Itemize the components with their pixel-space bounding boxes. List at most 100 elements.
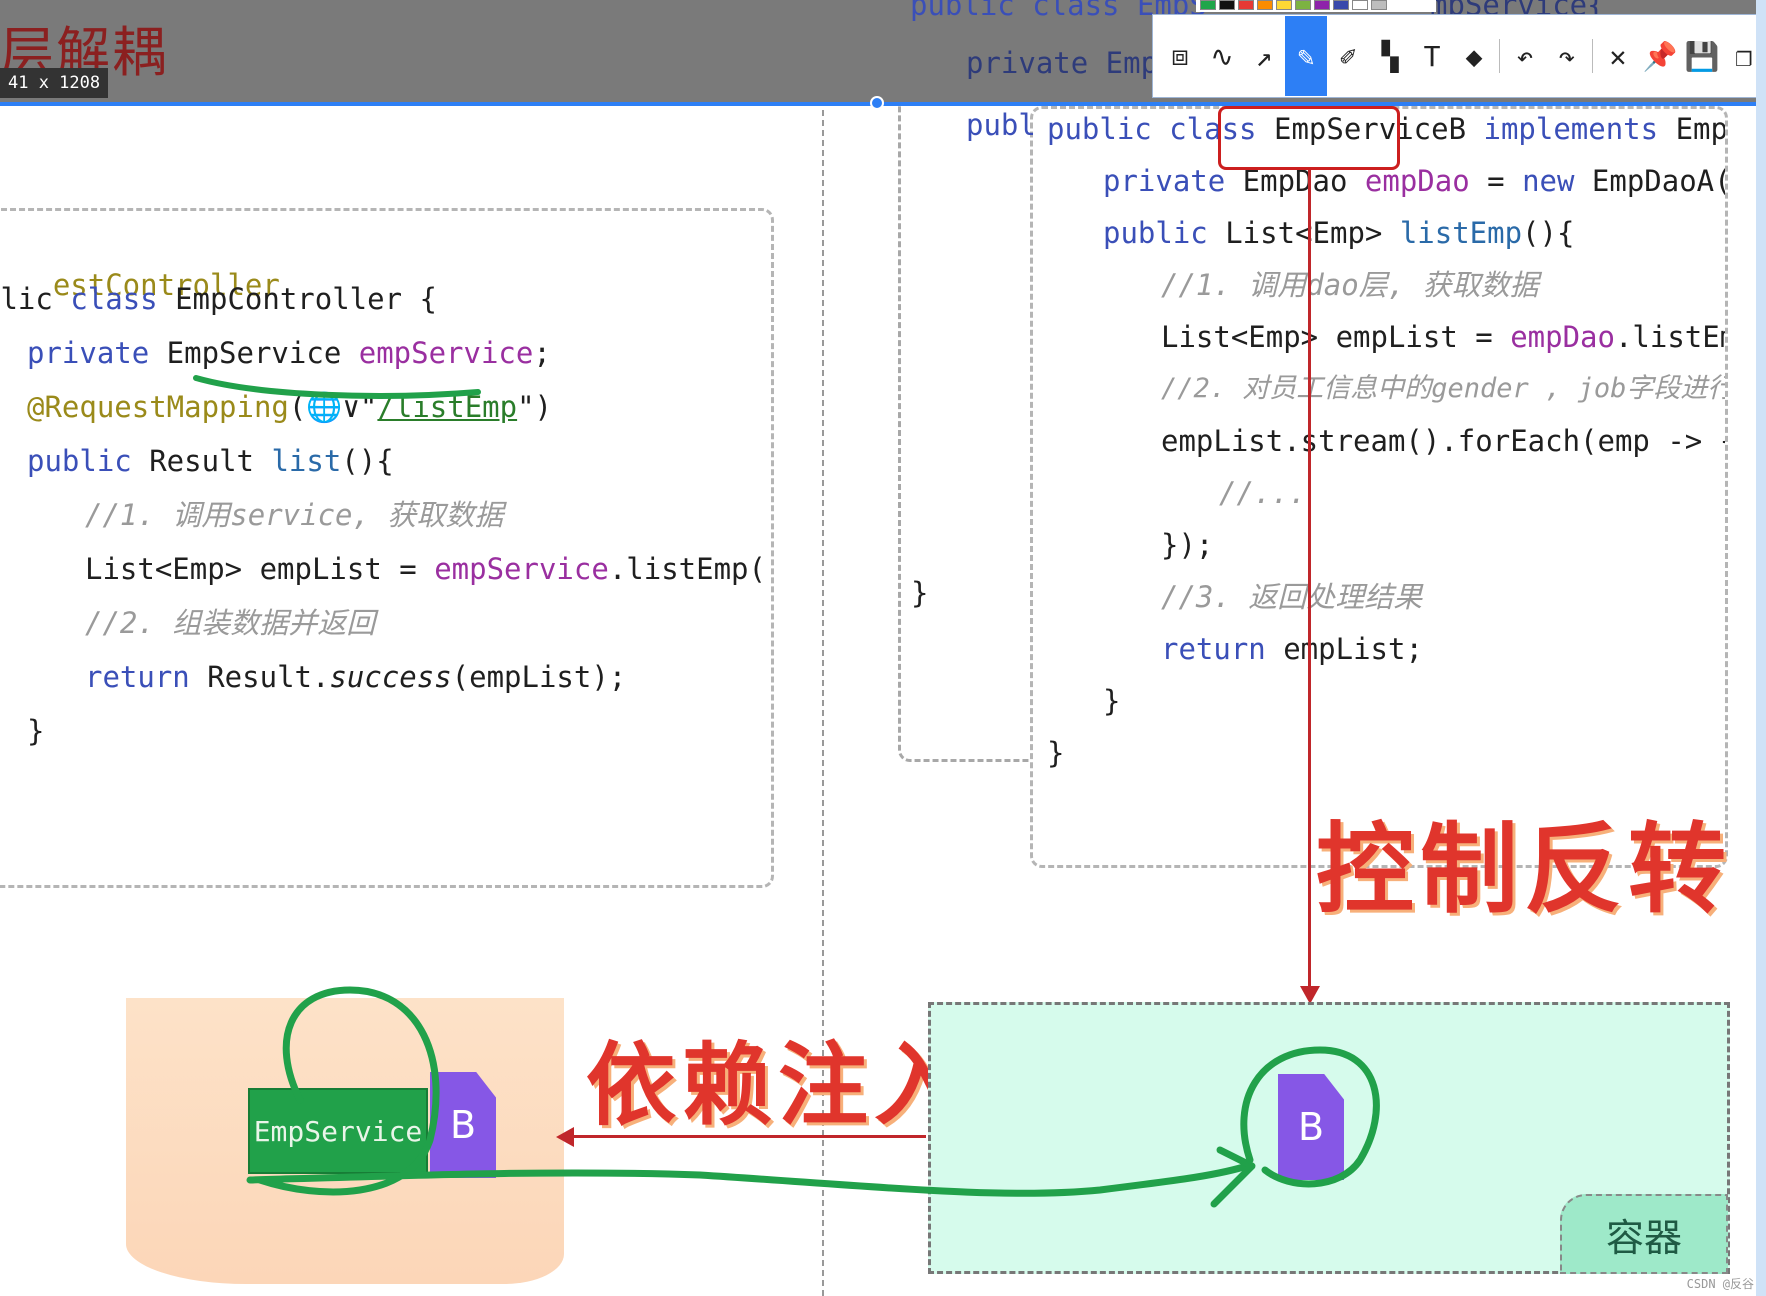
code-line: olic class EmpController { — [0, 279, 437, 319]
code-token: empList; — [1265, 632, 1423, 666]
pin-tool-button[interactable]: 📌 — [1639, 16, 1681, 96]
code-line: return Result.success(empList); — [85, 657, 626, 697]
code-comment: //1. 调用service, 获取数据 — [85, 498, 504, 532]
pen-tool-icon: ✎ — [1297, 39, 1315, 73]
code-line: private EmpDao empDao = new EmpDaoA(); — [1103, 161, 1725, 201]
ghost-code-line: publ — [966, 108, 1036, 142]
code-comment: //1. 调用dao层, 获取数据 — [1161, 268, 1539, 302]
redo-tool-icon: ↷ — [1558, 39, 1576, 73]
code-token: empService — [434, 552, 609, 586]
code-comment: //2. 组装数据并返回 — [85, 606, 376, 640]
toolbar-separator — [1591, 39, 1593, 73]
code-token: list — [271, 444, 342, 478]
code-token: Result — [131, 444, 272, 478]
color-swatch[interactable] — [1295, 0, 1311, 10]
ioc-arrow — [1308, 170, 1311, 988]
color-swatch[interactable] — [1238, 0, 1254, 10]
code-line: } — [1047, 736, 1065, 770]
code-token: List<Emp> empList = — [1161, 320, 1511, 354]
code-token: private — [1103, 164, 1226, 198]
color-swatch[interactable] — [1352, 0, 1368, 10]
curve-tool-button[interactable]: ∿ — [1201, 16, 1243, 96]
code-token: public — [1103, 216, 1208, 250]
code-token: List<Emp> empList = — [85, 552, 435, 586]
code-token: public — [27, 444, 132, 478]
arrow-tool-icon: ↗ — [1255, 39, 1273, 73]
curve-tool-icon: ∿ — [1210, 39, 1234, 73]
code-token: class — [70, 282, 158, 316]
marker-tool-icon: ✐ — [1339, 39, 1357, 73]
save-tool-icon: 💾 — [1684, 39, 1720, 73]
selection-size-badge: 41 x 1208 — [0, 68, 109, 98]
code-token: olic — [0, 282, 53, 316]
mosaic-tool-icon: ▚ — [1381, 39, 1399, 73]
code-token: return — [1161, 632, 1266, 666]
code-token: .listEmp(); — [1614, 320, 1725, 354]
code-token: EmpService{ — [1675, 112, 1728, 146]
rect-tool-icon: ⧈ — [1171, 39, 1189, 72]
color-swatch[interactable] — [1333, 0, 1349, 10]
text-tool-icon: T — [1423, 39, 1441, 73]
code-token: empService — [358, 336, 534, 370]
code-line: empList.stream().forEach(emp -> { — [1161, 424, 1728, 458]
di-arrow — [566, 1135, 926, 1138]
redo-tool-button[interactable]: ↷ — [1546, 16, 1588, 96]
code-token: ") — [517, 390, 553, 424]
eraser-tool-button[interactable]: ◆ — [1453, 16, 1495, 96]
save-tool-button[interactable]: 💾 — [1681, 16, 1723, 96]
url-link[interactable]: /listEmp — [377, 390, 517, 424]
rect-tool-button[interactable]: ⧈ — [1159, 16, 1201, 96]
mosaic-tool-button[interactable]: ▚ — [1369, 16, 1411, 96]
code-token: ; — [533, 336, 551, 370]
code-token: (🌐∨" — [288, 390, 378, 424]
service-code-panel: public class EmpServiceB implements EmpS… — [1030, 106, 1728, 868]
text-tool-button[interactable]: T — [1411, 16, 1453, 96]
color-swatch[interactable] — [1200, 0, 1216, 10]
code-line: public Result list(){ — [27, 441, 394, 481]
marker-tool-button[interactable]: ✐ — [1327, 16, 1369, 96]
selection-resize-handle[interactable] — [870, 96, 884, 110]
code-line: @RequestMapping(🌐∨"/listEmp") — [27, 387, 552, 427]
class-highlight-box — [1218, 106, 1400, 170]
code-comment: //3. 返回处理结果 — [1161, 580, 1423, 614]
code-token: List<Emp> — [1207, 216, 1400, 250]
di-arrow-head — [556, 1127, 574, 1147]
copy-tool-icon: ❐ — [1735, 39, 1753, 73]
empservice-chip: EmpService — [248, 1088, 428, 1174]
color-swatch[interactable] — [1257, 0, 1273, 10]
code-token: listEmp — [1399, 216, 1523, 250]
code-token: return — [85, 660, 190, 694]
toolbar-separator — [1499, 39, 1500, 73]
screenshot-toolbar: ⧈ ∿ ↗ ✎ ✐ ▚ T ◆ ↶ ↷ ✕ 📌 💾 ❐ — [1152, 14, 1766, 98]
di-label: 依赖注入 — [586, 1033, 970, 1138]
pen-tool-button[interactable]: ✎ — [1285, 16, 1327, 96]
code-token: empDao — [1510, 320, 1615, 354]
controller-code-panel: estController olic class EmpController {… — [0, 208, 774, 888]
code-line: }); — [1161, 528, 1214, 562]
code-token: (){ — [1522, 216, 1575, 250]
code-line: public List<Emp> listEmp(){ — [1103, 213, 1574, 253]
bean-icon-right: B — [1278, 1074, 1344, 1180]
color-swatch[interactable] — [1314, 0, 1330, 10]
arrow-tool-button[interactable]: ↗ — [1243, 16, 1285, 96]
pin-tool-icon: 📌 — [1642, 39, 1678, 73]
close-tool-button[interactable]: ✕ — [1597, 16, 1639, 96]
bean-icon-left: B — [430, 1072, 496, 1178]
color-swatch[interactable] — [1276, 0, 1292, 10]
code-token: EmpDaoA(); — [1591, 164, 1725, 198]
code-token: .listEmp(); — [608, 552, 771, 586]
color-swatch[interactable] — [1371, 0, 1387, 10]
code-token: (empList); — [451, 660, 627, 694]
code-token: @RequestMapping — [27, 390, 289, 424]
code-line: List<Emp> empList = empDao.listEmp(); — [1161, 317, 1725, 357]
ioc-label: 控制反转 — [1316, 813, 1733, 927]
window-right-border — [1756, 0, 1766, 1296]
undo-tool-button[interactable]: ↶ — [1504, 16, 1546, 96]
undo-tool-icon: ↶ — [1516, 39, 1534, 73]
code-comment: //... — [1219, 476, 1307, 510]
code-line: List<Emp> empList = empService.listEmp()… — [85, 549, 771, 589]
code-token: new — [1522, 164, 1575, 198]
code-token: implements — [1466, 112, 1659, 146]
color-swatch[interactable] — [1219, 0, 1235, 10]
code-line: } — [911, 576, 929, 610]
